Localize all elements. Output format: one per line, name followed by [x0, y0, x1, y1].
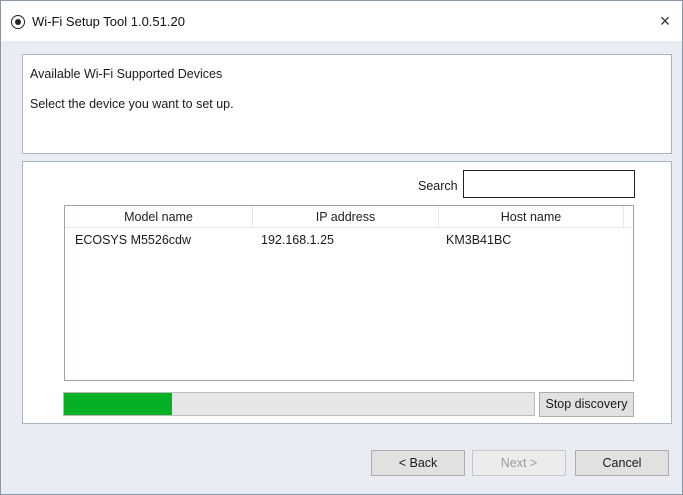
back-button[interactable]: < Back — [371, 450, 465, 476]
column-header-host-name[interactable]: Host name — [439, 206, 624, 228]
cell-host-name: KM3B41BC — [446, 233, 512, 247]
column-header-ip-address[interactable]: IP address — [253, 206, 439, 228]
column-header-model-name[interactable]: Model name — [65, 206, 253, 228]
discovery-progress-bar — [63, 392, 535, 416]
stop-discovery-button[interactable]: Stop discovery — [539, 392, 634, 417]
progress-fill — [64, 393, 173, 415]
app-icon — [11, 15, 25, 29]
cell-ip-address: 192.168.1.25 — [261, 233, 334, 247]
cancel-button[interactable]: Cancel — [575, 450, 669, 476]
next-button[interactable]: Next > — [472, 450, 566, 476]
page-subtitle: Select the device you want to set up. — [30, 97, 234, 111]
device-table: Model name IP address Host name ECOSYS M… — [64, 205, 634, 381]
table-row[interactable]: ECOSYS M5526cdw 192.168.1.25 KM3B41BC — [65, 230, 633, 252]
close-button[interactable]: × — [648, 5, 682, 37]
setup-window: Wi-Fi Setup Tool 1.0.51.20 × Available W… — [0, 0, 683, 495]
content-panel: Search Model name IP address Host name E… — [22, 161, 672, 424]
search-label: Search — [418, 179, 458, 193]
search-input[interactable] — [463, 170, 635, 198]
window-title: Wi-Fi Setup Tool 1.0.51.20 — [32, 14, 185, 29]
table-header: Model name IP address Host name — [65, 206, 633, 228]
header-panel: Available Wi-Fi Supported Devices Select… — [22, 54, 672, 154]
page-title: Available Wi-Fi Supported Devices — [30, 67, 223, 81]
cell-model-name: ECOSYS M5526cdw — [75, 233, 192, 247]
title-bar: Wi-Fi Setup Tool 1.0.51.20 × — [1, 1, 682, 41]
